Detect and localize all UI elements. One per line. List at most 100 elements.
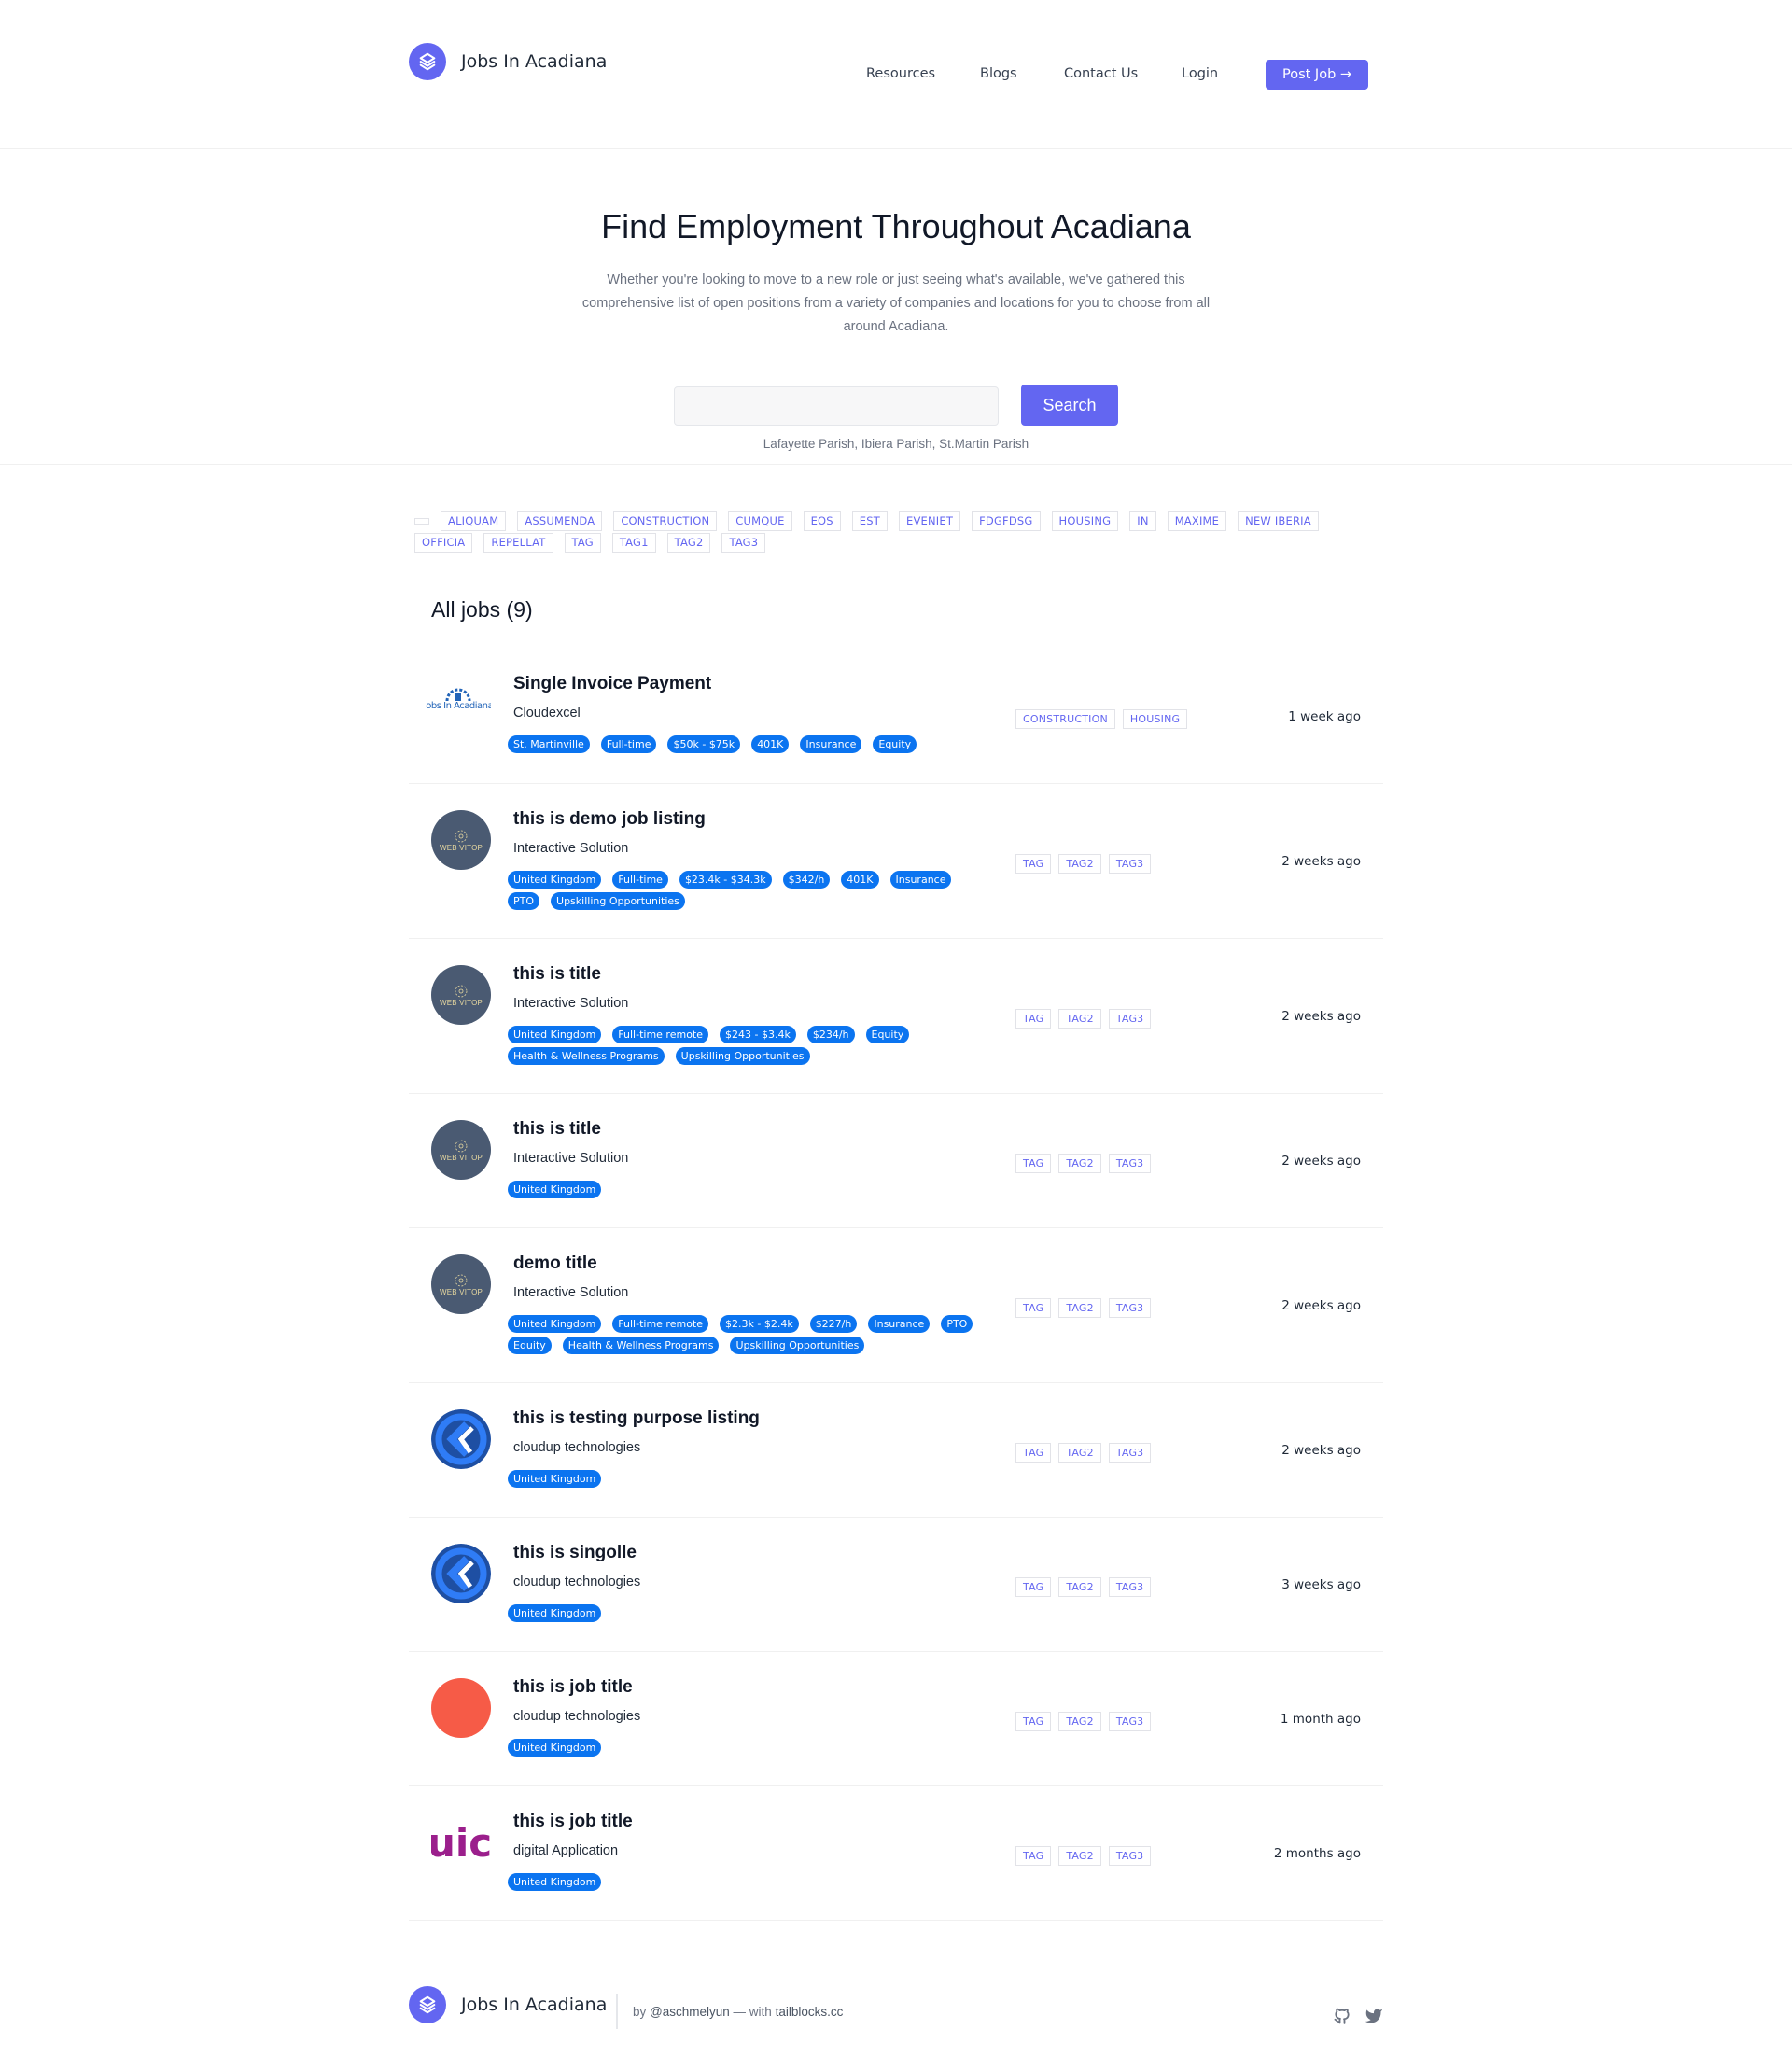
twitter-icon[interactable] [1365,2007,1383,2030]
job-tag[interactable]: CONSTRUCTION [1015,708,1115,729]
job-title[interactable]: this is demo job listing [513,809,993,830]
job-pill: Full-time remote [612,1315,708,1333]
job-tag[interactable]: TAG2 [1058,1443,1101,1463]
post-job-button[interactable]: Post Job → [1266,60,1368,90]
tag-filter-item[interactable]: EOS [803,511,841,531]
tag-filter-item[interactable]: HOUSING [1051,511,1119,531]
job-tag[interactable]: TAG [1015,1009,1052,1029]
job-row[interactable]: uic this is job title digital Application U… [409,1786,1383,1921]
job-pills: St. Martinville Full-time $50k - $75k 401K I… [508,735,993,757]
job-tag[interactable]: TAG [1015,1712,1052,1731]
nav-contact-us[interactable]: Contact Us [1064,66,1138,81]
tag-filter-item[interactable]: FDGFDSG [972,511,1041,531]
job-title[interactable]: demo title [513,1253,993,1274]
tag-filter-item[interactable]: ASSUMENDA [517,511,603,531]
job-tag[interactable]: TAG [1015,1154,1052,1173]
tag-filter-item[interactable]: TAG3 [721,533,766,553]
job-row[interactable]: Jobs In Acadiana Single Invoice Payment Cl… [409,649,1383,784]
job-tag[interactable]: TAG2 [1058,1154,1101,1173]
job-company: Interactive Solution [513,841,629,856]
cloudup-logo-icon [431,1544,491,1603]
job-pills: United Kingdom [508,1739,993,1760]
job-pills: United Kingdom Full-time remote $2.3k - $2… [508,1315,993,1358]
job-tag[interactable]: TAG2 [1058,1298,1101,1318]
nav-login[interactable]: Login [1182,66,1218,81]
job-tag[interactable]: TAG3 [1108,1009,1152,1029]
tag-filter-item[interactable]: REPELLAT [483,533,553,553]
job-pill: $227/h [809,1315,858,1333]
job-tag[interactable]: TAG3 [1108,1846,1152,1866]
tag-filter-item[interactable]: NEW IBERIA [1238,511,1319,531]
job-posted-time: 1 month ago [1280,1712,1361,1727]
brand-link[interactable]: Jobs In Acadiana [409,43,607,80]
job-row[interactable]: WEB VITOP this is demo job listing Interac… [409,784,1383,939]
job-tag[interactable]: TAG3 [1108,1154,1152,1173]
job-title[interactable]: this is job title [513,1812,993,1832]
job-pill: Upskilling Opportunities [730,1337,865,1354]
job-info: this is testing purpose listing cloudup t… [508,1408,993,1491]
tag-filter-item[interactable]: CONSTRUCTION [613,511,718,531]
job-pills: United Kingdom Full-time remote $243 - $3.… [508,1026,993,1069]
tag-filter-item[interactable]: EVENIET [898,511,961,531]
tag-filter-item[interactable]: MAXIME [1167,511,1227,531]
job-tag[interactable]: TAG [1015,1298,1052,1318]
job-tag[interactable]: TAG3 [1108,854,1152,874]
tag-filter-item[interactable]: EST [851,511,888,531]
job-row[interactable]: WEB VITOP this is title Interactive Soluti… [409,1094,1383,1228]
jobs-list: Jobs In Acadiana Single Invoice Payment Cl… [409,649,1383,1921]
tailblocks-link[interactable]: tailblocks.cc [776,2005,844,2019]
tag-filter-item[interactable]: TAG1 [611,533,656,553]
job-row[interactable]: this is testing purpose listing cloudup t… [409,1383,1383,1518]
job-row[interactable]: WEB VITOP this is title Interactive Soluti… [409,939,1383,1094]
tag-filter-item[interactable]: IN [1129,511,1156,531]
job-title[interactable]: this is job title [513,1677,993,1698]
author-link[interactable]: @aschmelyun [650,2005,730,2019]
job-company: Interactive Solution [513,996,629,1011]
footer-brand-link[interactable]: Jobs In Acadiana [409,1986,607,2023]
job-tag[interactable]: TAG2 [1058,854,1101,874]
job-tag[interactable]: TAG3 [1108,1443,1152,1463]
tag-filter-item[interactable]: OFFICIA [414,533,473,553]
tag-filter-item[interactable]: CUMQUE [728,511,792,531]
nav-blogs[interactable]: Blogs [980,66,1017,81]
job-title[interactable]: Single Invoice Payment [513,674,993,694]
job-tag[interactable]: TAG2 [1058,1712,1101,1731]
job-tag[interactable]: TAG [1015,1443,1052,1463]
job-row[interactable]: this is job title cloudup technologies Uni… [409,1652,1383,1786]
uic-text: uic [431,1819,491,1866]
job-tag[interactable]: TAG3 [1108,1712,1152,1731]
brand-name: Jobs In Acadiana [461,51,608,72]
job-pills: United Kingdom [508,1873,993,1895]
job-row[interactable]: this is singolle cloudup technologies Unit… [409,1518,1383,1652]
job-tag[interactable]: TAG2 [1058,1009,1101,1029]
job-tag[interactable]: TAG2 [1058,1577,1101,1597]
tag-filter-item[interactable]: TAG2 [666,533,711,553]
job-pill: $234/h [806,1026,855,1043]
job-tag[interactable]: TAG2 [1058,1846,1101,1866]
job-pill: $23.4k - $34.3k [679,871,772,889]
tag-filter-item[interactable]: ALIQUAM [441,511,507,531]
job-tag[interactable]: HOUSING [1122,708,1188,729]
job-tag[interactable]: TAG [1015,854,1052,874]
tag-filter-item[interactable]: TAG [564,533,601,553]
job-title[interactable]: this is singolle [513,1543,993,1563]
github-icon[interactable] [1333,2007,1351,2030]
job-tag[interactable]: TAG [1015,1846,1052,1866]
job-tags: TAG TAG2 TAG3 [1015,1577,1158,1599]
job-company: cloudup technologies [513,1575,641,1589]
job-title[interactable]: this is title [513,1119,993,1140]
search-button[interactable]: Search [1021,385,1118,426]
job-pill: Health & Wellness Programs [562,1337,720,1354]
job-title[interactable]: this is testing purpose listing [513,1408,993,1429]
job-info: this is title Interactive Solution United … [508,1119,993,1202]
tag-filter-item[interactable] [414,518,429,525]
job-row[interactable]: WEB VITOP demo title Interactive Solution U… [409,1228,1383,1383]
job-pills: United Kingdom [508,1181,993,1202]
job-tag[interactable]: TAG3 [1108,1298,1152,1318]
nav-resources[interactable]: Resources [866,66,935,81]
job-tag[interactable]: TAG [1015,1577,1052,1597]
job-info: this is title Interactive Solution United … [508,964,993,1069]
job-tag[interactable]: TAG3 [1108,1577,1152,1597]
job-title[interactable]: this is title [513,964,993,985]
search-input[interactable] [674,386,999,426]
